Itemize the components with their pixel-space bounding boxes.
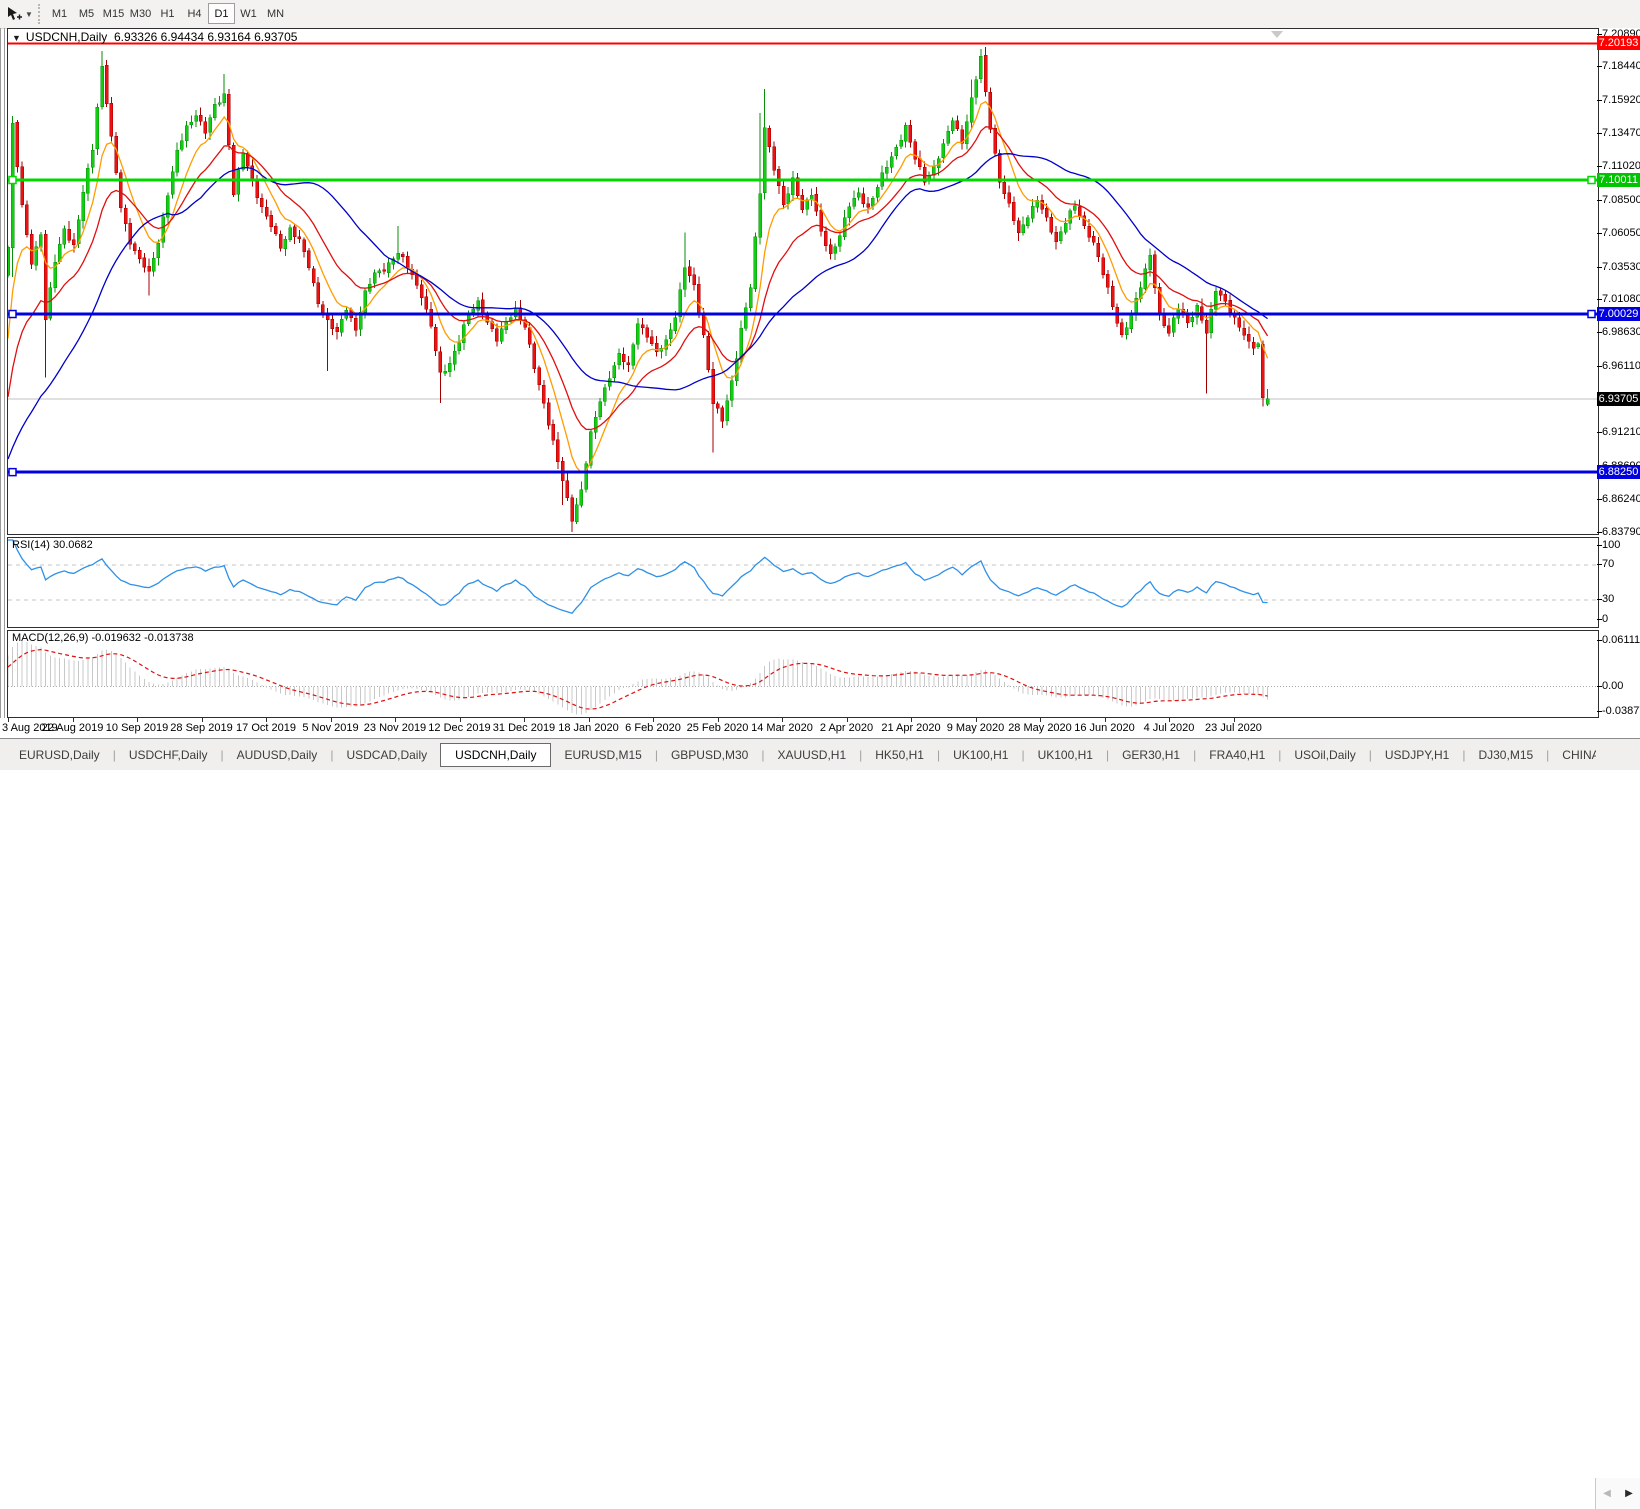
price-axis-label: 7.11020 [1602,160,1640,173]
chart-tab-eurusd-daily[interactable]: EURUSD,Daily [6,745,113,765]
rsi-current-value: 30.0682 [53,539,93,551]
chart-symbol-period: USDCNH,Daily [26,30,107,44]
chart-tab-bar: EURUSD,Daily|USDCHF,Daily|AUDUSD,Daily|U… [0,738,1640,770]
price-level-label: 6.88250 [1597,465,1640,479]
tab-strip: EURUSD,Daily|USDCHF,Daily|AUDUSD,Daily|U… [6,739,1596,771]
mt4-workspace: { "toolbar": { "timeframes": [ {"label":… [0,0,1640,770]
date-axis-label: 23 Jul 2020 [1196,722,1272,734]
rsi-canvas[interactable] [8,538,1597,627]
macd-axis-label: 0.00 [1602,680,1640,693]
window-frame-line [4,28,5,738]
price-axis-label: 7.06050 [1602,227,1640,240]
chart-tab-ger30-h1[interactable]: GER30,H1 [1109,745,1193,765]
timeframe-button-h4[interactable]: H4 [181,3,208,24]
timeframe-button-h1[interactable]: H1 [154,3,181,24]
price-axis-label: 6.96110 [1602,360,1640,373]
price-axis-label: 7.15920 [1602,94,1640,107]
chart-tab-usdcad-daily[interactable]: USDCAD,Daily [333,745,440,765]
rsi-label: RSI(14) 30.0682 [12,539,93,551]
chart-tab-china300-h4[interactable]: CHINA300,H4 [1549,745,1596,765]
scroll-tabs-left-icon[interactable]: ◀ [1603,1488,1611,1499]
price-axis-label: 7.03530 [1602,261,1640,274]
chart-ohlc-values: 6.93326 6.94434 6.93164 6.93705 [114,30,298,44]
timeframe-button-d1[interactable]: D1 [208,3,235,24]
chart-tab-hk50-h1[interactable]: HK50,H1 [862,745,937,765]
rsi-axis-label: 70 [1602,558,1640,571]
chart-tab-usdchf-daily[interactable]: USDCHF,Daily [116,745,221,765]
scroll-tabs-right-icon[interactable]: ▶ [1625,1488,1633,1499]
chart-tab-dj30-m15[interactable]: DJ30,M15 [1465,745,1546,765]
price-axis-label: 7.01080 [1602,293,1640,306]
cursor-tool-icon[interactable] [4,4,24,24]
timeframe-button-mn[interactable]: MN [262,3,289,24]
chart-tab-fra40-h1[interactable]: FRA40,H1 [1196,745,1278,765]
rsi-axis-label: 100 [1602,539,1640,552]
chart-tab-xauusd-h1[interactable]: XAUUSD,H1 [764,745,859,765]
macd-canvas[interactable] [8,631,1597,717]
timeframe-button-m1[interactable]: M1 [46,3,73,24]
timeframe-button-w1[interactable]: W1 [235,3,262,24]
price-axis-label: 6.91210 [1602,426,1640,439]
rsi-axis-label: 30 [1602,593,1640,606]
macd-label: MACD(12,26,9) -0.019632 -0.013738 [12,632,194,644]
window-frame-line [0,28,1,738]
price-chart-canvas[interactable] [8,29,1597,534]
price-level-label: 7.10011 [1597,173,1640,187]
price-axis-label: 6.83790 [1602,526,1640,539]
toolbar-separator [38,4,40,24]
macd-axis-label: 0.061119 [1602,634,1640,647]
timeframe-button-m30[interactable]: M30 [127,3,154,24]
chart-tab-audusd-daily[interactable]: AUDUSD,Daily [224,745,331,765]
collapse-chart-icon[interactable]: ▼ [12,33,21,43]
price-level-label: 7.00029 [1597,307,1640,321]
price-level-label: 6.93705 [1597,392,1640,406]
rsi-axis-label: 0 [1602,613,1640,626]
tab-scroll-arrows: ◀ ▶ [1595,1478,1640,1509]
price-axis-label: 7.08500 [1602,194,1640,207]
price-axis-label: 6.98630 [1602,326,1640,339]
chart-tab-usdcnh-daily[interactable]: USDCNH,Daily [440,743,551,767]
chart-tab-usdjpy-h1[interactable]: USDJPY,H1 [1372,745,1462,765]
chart-tab-gbpusd-m30[interactable]: GBPUSD,M30 [658,745,761,765]
toolbar: ▼ M1M5M15M30H1H4D1W1MN [0,0,1640,29]
chart-tab-uk100-h1[interactable]: UK100,H1 [940,745,1021,765]
chart-title: ▼ USDCNH,Daily 6.93326 6.94434 6.93164 6.… [12,30,297,44]
chart-tab-uk100-h1[interactable]: UK100,H1 [1025,745,1106,765]
price-level-label: 7.20193 [1597,36,1640,50]
macd-signal-value: -0.013738 [144,632,194,644]
price-axis-label: 7.18440 [1602,60,1640,73]
timeframe-button-m15[interactable]: M15 [100,3,127,24]
chevron-down-icon[interactable]: ▼ [25,10,33,19]
price-axis-label: 7.13470 [1602,127,1640,140]
timeframe-button-m5[interactable]: M5 [73,3,100,24]
chart-tab-usoil-daily[interactable]: USOil,Daily [1281,745,1368,765]
macd-main-value: -0.019632 [91,632,141,644]
chart-tab-eurusd-m15[interactable]: EURUSD,M15 [551,745,654,765]
macd-axis-label: -0.038777 [1602,705,1640,718]
price-axis-label: 6.86240 [1602,493,1640,506]
